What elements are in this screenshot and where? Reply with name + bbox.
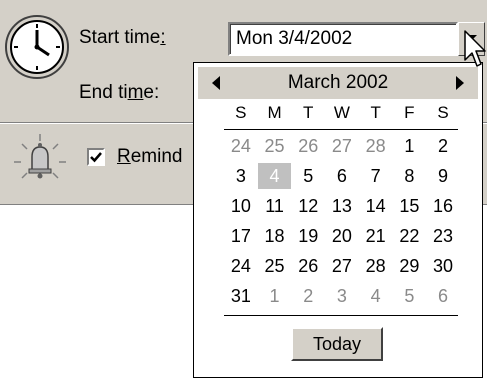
calendar-day[interactable]: 26: [291, 133, 325, 159]
calendar-day[interactable]: 29: [393, 253, 427, 279]
reminder-label: Remind: [117, 146, 183, 167]
calendar-bottom-divider: [224, 315, 458, 316]
calendar-day[interactable]: 28: [359, 133, 393, 159]
calendar-day[interactable]: 3: [224, 163, 258, 189]
calendar-day[interactable]: 12: [291, 193, 325, 219]
clock-icon: [5, 15, 69, 79]
calendar-day-selected[interactable]: 4: [257, 163, 292, 189]
reminder-checkbox[interactable]: [87, 148, 105, 166]
weekday-label: T: [370, 103, 381, 122]
calendar-day[interactable]: 8: [393, 163, 427, 189]
calendar-day[interactable]: 6: [426, 283, 460, 309]
calendar-day[interactable]: 11: [258, 193, 292, 219]
calendar-day[interactable]: 1: [258, 283, 292, 309]
start-time-label: Start time:: [79, 27, 166, 48]
calendar-header: March 2002: [198, 67, 478, 99]
weekday-label: F: [404, 103, 415, 122]
calendar-day[interactable]: 23: [426, 223, 460, 249]
calendar-day[interactable]: 14: [359, 193, 393, 219]
calendar-day[interactable]: 22: [393, 223, 427, 249]
end-time-label: End time:: [79, 82, 160, 103]
calendar-day[interactable]: 30: [426, 253, 460, 279]
calendar-day[interactable]: 24: [224, 133, 258, 159]
calendar-day[interactable]: 25: [258, 253, 292, 279]
weekday-header: SMTWTFS: [224, 103, 460, 129]
today-button[interactable]: Today: [291, 327, 383, 361]
weekday-label: T: [303, 103, 314, 122]
weekday-label: W: [333, 103, 350, 122]
calendar-day[interactable]: 26: [291, 253, 325, 279]
calendar-day[interactable]: 17: [224, 223, 258, 249]
chevron-right-icon[interactable]: [456, 76, 464, 90]
calendar-day[interactable]: 28: [359, 253, 393, 279]
calendar-day[interactable]: 2: [291, 283, 325, 309]
calendar-day[interactable]: 2: [426, 133, 460, 159]
reminder-bell-icon: [14, 134, 66, 179]
calendar-day[interactable]: 4: [359, 283, 393, 309]
calendar-day[interactable]: 7: [359, 163, 393, 189]
calendar-day[interactable]: 3: [325, 283, 359, 309]
month-title: March 2002: [287, 72, 389, 93]
calendar-day[interactable]: 15: [393, 193, 427, 219]
calendar-day[interactable]: 31: [224, 283, 258, 309]
weekday-label: S: [235, 103, 247, 122]
calendar-day[interactable]: 5: [393, 283, 427, 309]
calendar-day[interactable]: 24: [224, 253, 258, 279]
calendar-day[interactable]: 10: [224, 193, 258, 219]
calendar-day[interactable]: 6: [325, 163, 359, 189]
chevron-left-icon[interactable]: [212, 76, 220, 90]
calendar-day[interactable]: 19: [291, 223, 325, 249]
calendar-day[interactable]: 5: [291, 163, 325, 189]
calendar-day[interactable]: 18: [258, 223, 292, 249]
calendar-day[interactable]: 9: [426, 163, 460, 189]
calendar-day[interactable]: 21: [359, 223, 393, 249]
calendar-day[interactable]: 16: [426, 193, 460, 219]
calendar-day[interactable]: 20: [325, 223, 359, 249]
calendar-day[interactable]: 1: [393, 133, 427, 159]
calendar-day[interactable]: 27: [325, 133, 359, 159]
date-picker-popup: March 2002 SMTWTFS 24 25 26 27 28 1 2 3 4 5 6 7 8 9 10…: [193, 62, 483, 378]
start-date-field[interactable]: [228, 22, 458, 56]
calendar-day[interactable]: 25: [258, 133, 292, 159]
calendar-day[interactable]: 13: [325, 193, 359, 219]
weekday-label: S: [437, 103, 449, 122]
weekday-divider: [224, 129, 458, 130]
checkmark-icon: [90, 152, 102, 163]
calendar-grid: 24 25 26 27 28 1 2 3 4 5 6 7 8 9 10 11 12 13 14 15 16 17 18 19 2…: [224, 133, 460, 313]
weekday-label: M: [267, 103, 282, 122]
mouse-pointer-icon: [464, 30, 486, 67]
calendar-day[interactable]: 27: [325, 253, 359, 279]
